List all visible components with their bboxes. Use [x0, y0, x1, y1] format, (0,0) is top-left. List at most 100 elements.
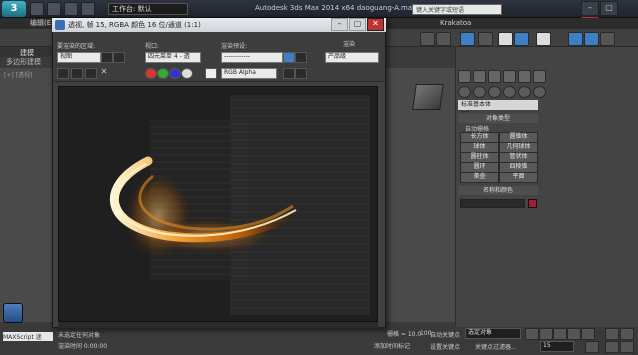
- zoom-icon[interactable]: [605, 328, 619, 340]
- ribbon-tab-modeling[interactable]: 建模: [20, 48, 48, 57]
- copy-image-icon[interactable]: [71, 68, 83, 79]
- app-logo[interactable]: 3: [2, 1, 26, 17]
- render-minimize-button[interactable]: –: [331, 18, 348, 31]
- render-button[interactable]: 渲染: [343, 39, 355, 48]
- display-tab-icon[interactable]: [518, 70, 531, 83]
- go-to-end-icon[interactable]: [581, 328, 595, 340]
- open-file-icon[interactable]: [47, 2, 61, 16]
- channel-select[interactable]: RGB Alpha: [221, 68, 277, 79]
- blue-channel-icon[interactable]: [169, 68, 181, 79]
- primitive-category-select[interactable]: 标准基本体: [458, 100, 538, 110]
- preset-select[interactable]: ------------: [221, 52, 283, 63]
- create-subcategory-tabs: [458, 86, 548, 112]
- toggle-ui-overlay-icon[interactable]: [283, 68, 295, 79]
- autogrid-checkbox[interactable]: 自动栅格: [465, 124, 525, 133]
- render-close-button[interactable]: ✕: [367, 18, 384, 31]
- alpha-display-icon[interactable]: [181, 68, 193, 79]
- modify-tab-icon[interactable]: [473, 70, 486, 83]
- cameras-icon[interactable]: [503, 86, 516, 98]
- material-editor-icon[interactable]: [498, 32, 513, 46]
- green-channel-icon[interactable]: [157, 68, 169, 79]
- shapes-icon[interactable]: [473, 86, 486, 98]
- lock-icon[interactable]: [203, 52, 213, 61]
- app-title: Autodesk 3ds Max 2014 x64 daoguang-A.max: [255, 4, 417, 12]
- teapot-render-icon[interactable]: [600, 32, 615, 46]
- search-input[interactable]: 键入关键字或短语: [412, 4, 502, 15]
- render-window-icon: [55, 20, 65, 30]
- object-name-field[interactable]: [460, 199, 525, 208]
- layer-icon[interactable]: [436, 32, 451, 46]
- window-controls: –▢✕: [580, 1, 636, 31]
- lights-icon[interactable]: [488, 86, 501, 98]
- viewcube[interactable]: [412, 84, 444, 110]
- primitive-buttons: 长方体 圆锥体 球体 几何球体 圆柱体 管状体 圆环 四棱锥 茶壶 平面: [460, 132, 538, 183]
- time-config-icon[interactable]: [585, 341, 599, 353]
- ribbon-subtab-poly[interactable]: 多边形建模: [6, 57, 52, 66]
- maxscript-listener-icon[interactable]: [3, 303, 23, 323]
- save-file-icon[interactable]: [64, 2, 78, 16]
- hierarchy-tab-icon[interactable]: [488, 70, 501, 83]
- render-frame-icon[interactable]: [536, 32, 551, 46]
- render-iterative-icon[interactable]: [584, 32, 599, 46]
- create-tab-icon[interactable]: [458, 70, 471, 83]
- render-setup-icon[interactable]: [514, 32, 529, 46]
- align-icon[interactable]: [420, 32, 435, 46]
- animation-controls: 栅格 = 10.0 100 添加时间标记 自动关键点 选定对象 设置关键点 关键…: [374, 327, 638, 355]
- workspace-select[interactable]: 工作台: 默认: [108, 3, 188, 15]
- orbit-icon[interactable]: [620, 341, 634, 353]
- maximize-button[interactable]: ▢: [600, 1, 618, 16]
- edit-region-icon[interactable]: [101, 52, 113, 63]
- auto-region-icon[interactable]: [113, 52, 125, 63]
- save-image-icon[interactable]: [57, 68, 69, 79]
- set-key-button[interactable]: 设置关键点: [430, 342, 460, 351]
- background-swatch[interactable]: [205, 68, 217, 79]
- helpers-icon[interactable]: [518, 86, 531, 98]
- grid-size-label: 栅格 = 10.0: [387, 331, 422, 338]
- render-window-controls: – ▢ ✕: [330, 18, 386, 32]
- clear-icon[interactable]: ✕: [99, 68, 109, 77]
- utilities-tab-icon[interactable]: [533, 70, 546, 83]
- schematic-icon[interactable]: [478, 32, 493, 46]
- go-to-start-icon[interactable]: [525, 328, 539, 340]
- area-select[interactable]: 视图: [57, 52, 101, 63]
- plane-button[interactable]: 平面: [499, 172, 538, 183]
- status-render-time: 渲染时间 0:00:00: [58, 343, 108, 350]
- prev-frame-icon[interactable]: [539, 328, 553, 340]
- new-file-icon[interactable]: [30, 2, 44, 16]
- add-time-tag[interactable]: 添加时间标记: [360, 341, 410, 350]
- curve-editor-icon[interactable]: [460, 32, 475, 46]
- render-production-icon[interactable]: [568, 32, 583, 46]
- monochrome-icon[interactable]: [193, 68, 203, 77]
- render-mode-select[interactable]: 产品级: [325, 52, 379, 63]
- teapot-button[interactable]: 茶壶: [460, 172, 499, 183]
- current-frame-field[interactable]: 15: [540, 341, 574, 352]
- undo-icon[interactable]: [81, 2, 95, 16]
- zoom-all-icon[interactable]: [620, 328, 634, 340]
- minimize-button[interactable]: –: [581, 1, 599, 16]
- object-type-rollout[interactable]: 对象类型: [458, 114, 538, 123]
- viewport-select-label: 视口:: [145, 43, 160, 50]
- clone-window-icon[interactable]: [85, 68, 97, 79]
- status-prompt: 未选定任何对象: [58, 332, 101, 339]
- toggle-ui-icon[interactable]: [295, 68, 307, 79]
- red-channel-icon[interactable]: [145, 68, 157, 79]
- render-maximize-button[interactable]: ▢: [349, 18, 366, 31]
- menu-edit[interactable]: 编辑(E): [30, 18, 54, 29]
- play-icon[interactable]: [553, 328, 567, 340]
- auto-key-button[interactable]: 自动关键点: [430, 330, 460, 339]
- name-color-rollout[interactable]: 名称和颜色: [458, 186, 538, 195]
- key-filters-button[interactable]: 关键点过滤器...: [475, 342, 517, 351]
- object-color-swatch[interactable]: [528, 199, 537, 208]
- geometry-icon[interactable]: [458, 86, 471, 98]
- key-set-select[interactable]: 选定对象: [465, 328, 521, 339]
- menu-krakatoa[interactable]: Krakatoa: [440, 18, 471, 29]
- motion-tab-icon[interactable]: [503, 70, 516, 83]
- render-setup-icon[interactable]: [283, 52, 295, 63]
- viewport-select[interactable]: 四元菜单 4 - 透: [145, 52, 201, 63]
- maxscript-mini-listener[interactable]: MAXScript 迷: [3, 332, 53, 341]
- environment-icon[interactable]: [295, 52, 307, 63]
- next-frame-icon[interactable]: [567, 328, 581, 340]
- viewport-label[interactable]: [+] [透视]: [4, 70, 44, 79]
- spacewarps-icon[interactable]: [533, 86, 546, 98]
- pan-icon[interactable]: [605, 341, 619, 353]
